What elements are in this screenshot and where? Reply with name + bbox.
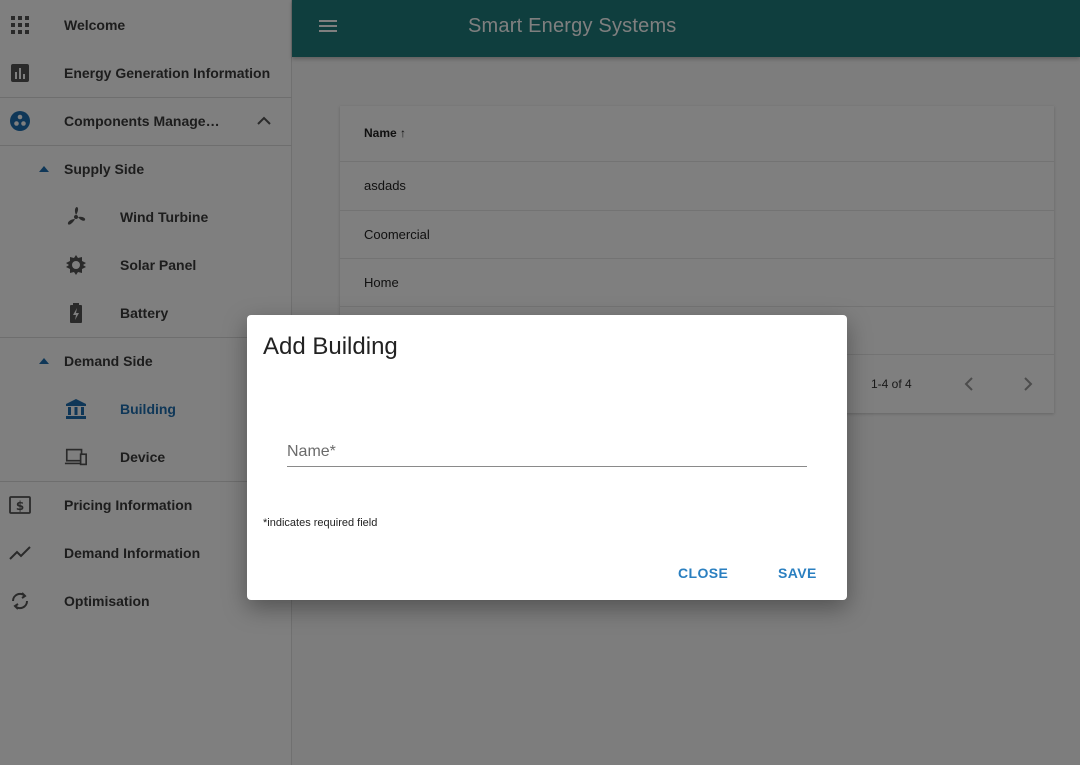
- dialog-title: Add Building: [263, 333, 398, 360]
- name-input[interactable]: [287, 466, 807, 467]
- required-field-note: *indicates required field: [263, 517, 378, 529]
- add-building-dialog: Add Building Name* *indicates required f…: [247, 315, 847, 600]
- name-field-label: Name*: [287, 443, 336, 460]
- close-button[interactable]: CLOSE: [678, 565, 728, 581]
- save-button[interactable]: SAVE: [778, 565, 817, 581]
